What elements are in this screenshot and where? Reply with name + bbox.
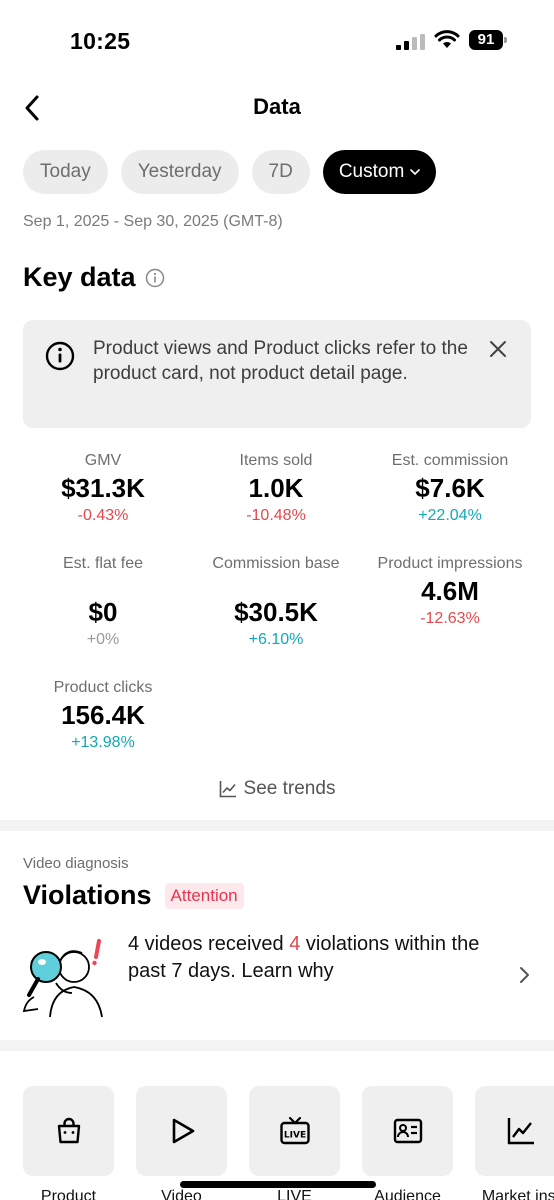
info-notice: Product views and Product clicks refer t… [23, 320, 531, 428]
tab-custom[interactable]: Custom [322, 150, 437, 194]
metric-items-sold[interactable]: Items sold 1.0K -10.48% [191, 450, 361, 527]
metric-est-commission[interactable]: Est. commission $7.6K +22.04% [365, 450, 535, 527]
line-chart-icon [507, 1118, 534, 1145]
info-icon[interactable] [145, 268, 165, 288]
violations-message: 4 videos received 4 violations within th… [128, 933, 480, 982]
live-tv-icon: LIVE [279, 1116, 310, 1145]
key-data-title: Key data [23, 262, 136, 292]
status-bar: 10:25 91 [0, 0, 554, 82]
magnifier-illustration-icon [22, 939, 103, 1018]
close-icon[interactable] [487, 338, 509, 360]
metric-product-clicks[interactable]: Product clicks 156.4K +13.98% [18, 677, 188, 754]
chevron-down-icon [410, 169, 421, 175]
tab-yesterday[interactable]: Yesterday [120, 150, 239, 194]
page-title: Data [253, 94, 301, 119]
metric-gmv[interactable]: GMV $31.3K -0.43% [18, 450, 188, 527]
nav-header: Data [0, 82, 554, 134]
id-card-icon [393, 1118, 422, 1144]
see-trends-link[interactable]: See trends [0, 778, 554, 800]
metric-product-impressions[interactable]: Product impressions 4.6M -12.63% [372, 553, 528, 630]
section-divider [0, 820, 554, 831]
status-time: 10:25 [70, 28, 131, 54]
tab-7d[interactable]: 7D [251, 150, 310, 194]
shopping-bag-icon [57, 1117, 80, 1144]
violations-title: Violations [23, 880, 152, 910]
info-circle-icon [45, 341, 75, 371]
attention-badge: Attention [164, 882, 244, 909]
tab-today[interactable]: Today [23, 150, 108, 194]
date-range-label: Sep 1, 2025 - Sep 30, 2025 (GMT-8) [23, 213, 283, 230]
battery-level: 91 [469, 30, 503, 50]
notice-text: Product views and Product clicks refer t… [93, 338, 468, 384]
video-diagnosis-subtitle: Video diagnosis [23, 855, 129, 872]
svg-text:LIVE: LIVE [283, 1131, 305, 1141]
violations-row[interactable]: 4 videos received 4 violations within th… [0, 925, 554, 1025]
play-icon [172, 1118, 194, 1144]
tool-market-insights[interactable]: Market insi [475, 1086, 554, 1200]
date-range-tabs: Today Yesterday 7D Custom [23, 150, 437, 194]
wifi-icon [434, 30, 460, 48]
trend-chart-icon [219, 781, 236, 798]
metric-commission-base[interactable]: Commission base $30.5K +6.10% [191, 553, 361, 651]
violations-header: Violations Attention [23, 880, 244, 911]
battery-icon: 91 [469, 30, 507, 50]
key-data-header: Key data [23, 262, 165, 293]
home-indicator [180, 1181, 376, 1188]
cellular-signal-icon [396, 34, 425, 50]
tool-product[interactable]: Product [23, 1086, 114, 1200]
section-divider [0, 1040, 554, 1051]
metric-est-flat-fee[interactable]: Est. flat fee $0 +0% [18, 553, 188, 651]
chevron-right-icon [520, 967, 529, 983]
